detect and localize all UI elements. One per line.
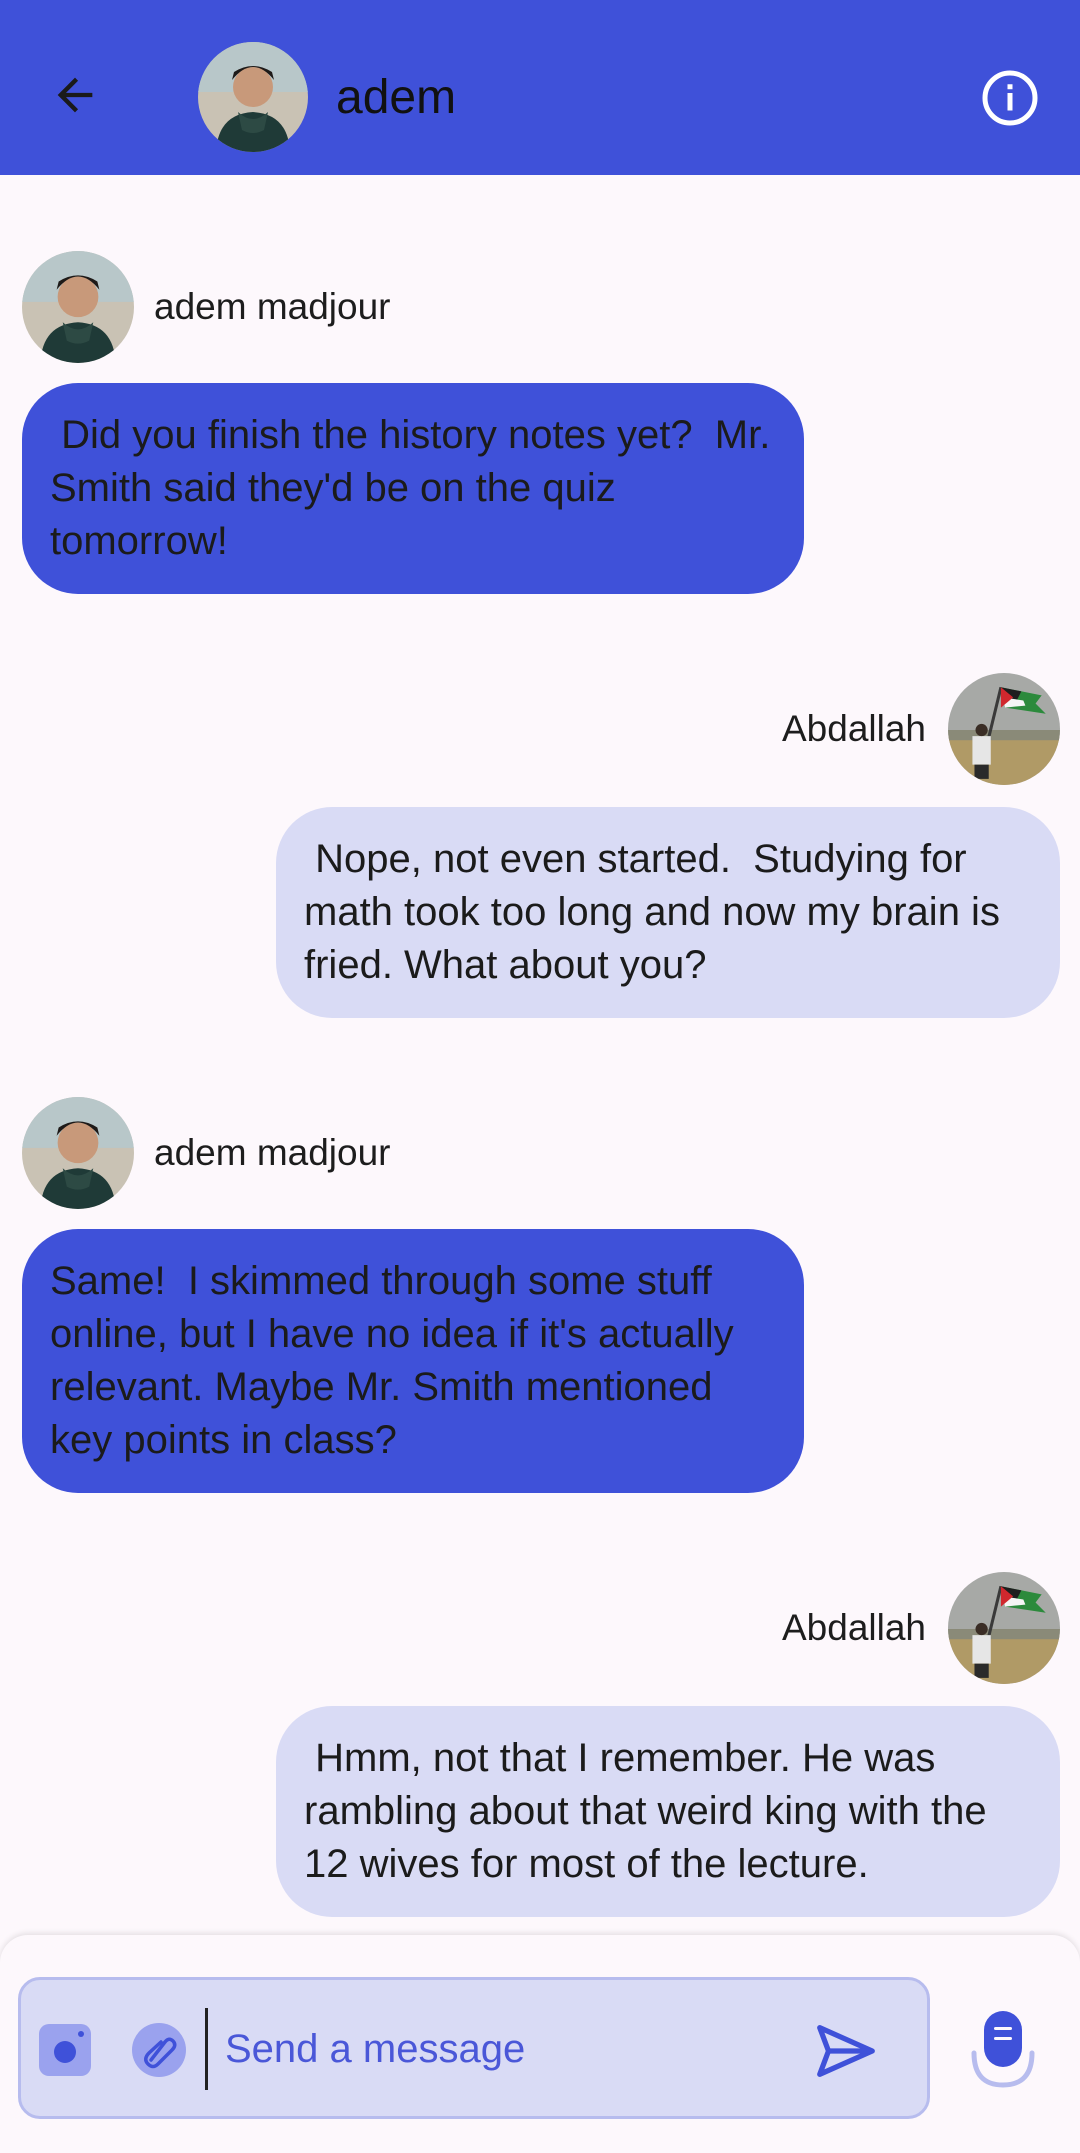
arrow-left-icon [57,77,93,113]
text-cursor [205,2008,208,2090]
sender-avatar[interactable] [948,673,1060,785]
sender-avatar[interactable] [22,1097,134,1209]
message-composer [0,1935,1080,2153]
sender-avatar[interactable] [948,1572,1060,1684]
sender-name: Abdallah [781,708,926,749]
message-bubble[interactable]: Did you finish the history notes yet? Mr… [22,383,804,594]
avatar-photo [198,42,308,152]
message-input[interactable] [225,2022,785,2076]
sender-avatar[interactable] [22,251,134,363]
sender-name: adem madjour [154,1132,391,1173]
avatar-photo [22,251,134,363]
app-header: adem [0,0,1080,175]
voice-record-button[interactable] [970,2009,1036,2093]
sender-name: adem madjour [154,286,391,327]
avatar-photo [948,673,1060,785]
avatar-photo [948,1572,1060,1684]
message-bubble[interactable]: Same! I skimmed through some stuff onlin… [22,1229,804,1493]
contact-avatar[interactable] [198,42,308,152]
info-circle-icon [982,70,1038,126]
microphone-icon [971,2011,1035,2088]
send-icon [817,2025,875,2077]
message-list[interactable]: adem madjour Did you finish the history … [0,175,1080,1935]
camera-icon [39,2024,91,2076]
message-bubble[interactable]: Nope, not even started. Studying for mat… [276,807,1060,1018]
contact-name: adem [336,71,457,124]
attachment-icon [132,2023,186,2077]
back-button[interactable] [40,60,110,130]
message-input-box[interactable] [18,1977,930,2119]
send-button[interactable] [811,2016,881,2086]
attach-button[interactable] [131,2022,187,2078]
message-bubble[interactable]: Hmm, not that I remember. He was ramblin… [276,1706,1060,1917]
avatar-photo [22,1097,134,1209]
camera-button[interactable] [37,2022,93,2078]
sender-name: Abdallah [781,1607,926,1648]
info-button[interactable] [978,66,1042,130]
